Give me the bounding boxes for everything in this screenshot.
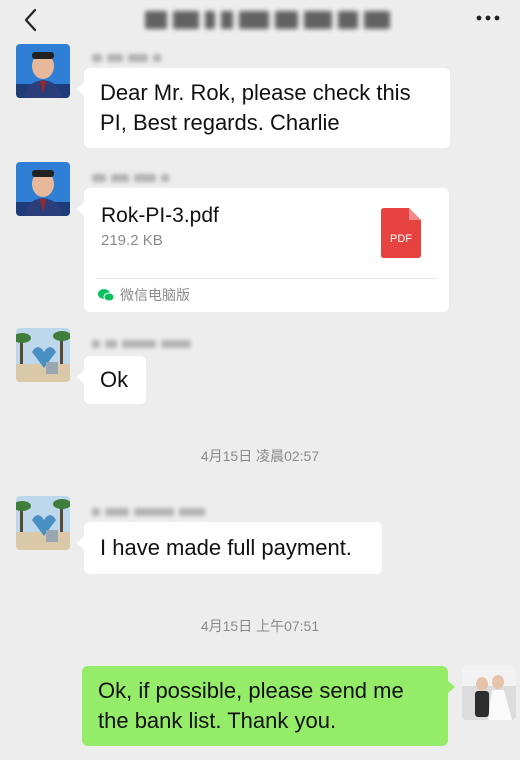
message-text: I have made full payment. xyxy=(100,535,352,560)
message-text-line: Dear Mr. Rok, please check this xyxy=(100,80,411,105)
divider xyxy=(96,278,437,279)
chat-title-redacted xyxy=(145,8,391,32)
pdf-file-icon: PDF xyxy=(381,208,421,258)
file-name: Rok-PI-3.pdf xyxy=(101,204,219,227)
sender-name-redacted xyxy=(92,506,205,518)
sender-name-redacted xyxy=(92,338,191,350)
timestamp: 4月15日 凌晨02:57 xyxy=(200,448,320,464)
sender-name-redacted xyxy=(92,52,161,64)
other-avatar[interactable] xyxy=(16,328,70,382)
message-text-line: the bank list. Thank you. xyxy=(98,708,337,733)
file-source: 微信电脑版 xyxy=(98,285,190,305)
timestamp: 4月15日 上午07:51 xyxy=(200,618,320,634)
back-button[interactable] xyxy=(18,6,46,34)
more-button[interactable] xyxy=(474,8,502,28)
message-bubble[interactable]: I have made full payment. xyxy=(77,522,382,574)
message-text-line: Ok, if possible, please send me xyxy=(98,678,404,703)
other-avatar[interactable] xyxy=(16,496,70,550)
my-avatar[interactable] xyxy=(462,666,516,720)
message-text: Ok xyxy=(100,367,129,392)
more-dots-icon xyxy=(476,15,500,21)
chat-header xyxy=(0,0,520,40)
file-size: 219.2 KB xyxy=(101,232,163,249)
message-bubble[interactable]: Ok xyxy=(77,356,146,404)
wechat-icon xyxy=(98,289,114,302)
pdf-badge-label: PDF xyxy=(390,233,412,245)
message-text-line: PI, Best regards. Charlie xyxy=(100,110,340,135)
file-source-label: 微信电脑版 xyxy=(120,287,190,303)
chevron-left-icon xyxy=(24,8,37,32)
contact-avatar[interactable] xyxy=(16,44,70,98)
message-bubble[interactable]: Dear Mr. Rok, please check this PI, Best… xyxy=(77,68,450,148)
contact-avatar[interactable] xyxy=(16,162,70,216)
sender-name-redacted xyxy=(92,172,169,184)
message-bubble-outgoing[interactable]: Ok, if possible, please send me the bank… xyxy=(82,666,455,746)
file-message-card[interactable]: Rok-PI-3.pdf 219.2 KB PDF 微信电脑版 xyxy=(77,188,449,312)
